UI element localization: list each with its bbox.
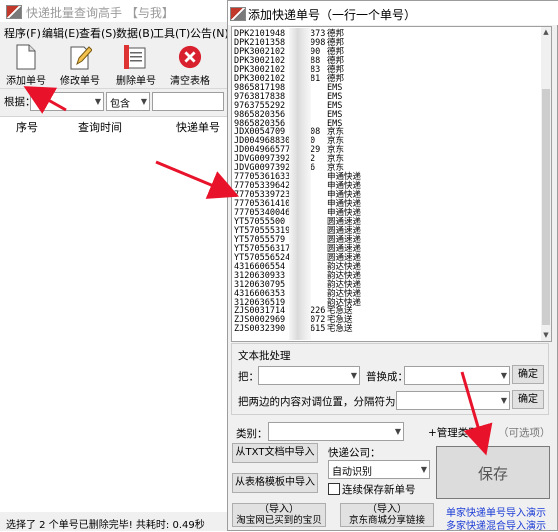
delete-document-icon — [124, 45, 146, 69]
column-header-tracking-number[interactable]: 快递单号 — [176, 119, 220, 135]
replace-from-label: 把： — [238, 371, 259, 383]
column-header-index[interactable]: 序号 — [16, 119, 38, 135]
delete-number-label: 删除单号 — [116, 76, 156, 87]
scroll-up-icon[interactable]: ▲ — [541, 27, 551, 37]
mixed-carrier-demo-link[interactable]: 多家快递混合导入演示 — [446, 517, 546, 532]
chevron-down-icon: ▼ — [140, 97, 147, 106]
filter-mode-select[interactable]: 包含 ▼ — [106, 92, 150, 111]
replace-to-select[interactable]: ▼ — [404, 366, 510, 385]
numbers-textarea[interactable]: DPK2101948 373 德邦 DPK2101358 998 德邦 DPK3002102… — [231, 26, 552, 342]
menu-edit[interactable]: 编辑(E) — [42, 25, 80, 41]
import-taobao-label: 淘宝网已买到的宝贝 — [236, 515, 322, 526]
category-label: 类别： — [236, 428, 268, 440]
filter-keyword-input[interactable] — [152, 92, 224, 111]
app-logo-icon — [230, 7, 246, 21]
chevron-down-icon: ▼ — [350, 371, 357, 380]
text-batch-title: 文本批处理 — [238, 348, 291, 363]
add-number-label: 添加单号 — [6, 76, 46, 87]
replace-to-label: 普换成： — [366, 371, 408, 383]
result-table: 序号 查询时间 快递单号 — [0, 116, 232, 512]
menu-bar: 程序(F) 编辑(E) 查看(S) 数据(B) 工具(T) 公告(N) — [0, 22, 232, 40]
filter-mode-value: 包含 — [110, 99, 130, 110]
save-button[interactable]: 保存 — [436, 446, 550, 499]
main-window-title: 快递批量查询高手 【与我】 — [26, 6, 174, 20]
menu-program[interactable]: 程序(F) — [4, 25, 41, 41]
scroll-down-icon[interactable]: ▼ — [541, 330, 551, 340]
import-jd-title: （导入） — [367, 504, 407, 515]
main-window: 快递批量查询高手 【与我】 程序(F) 编辑(E) 查看(S) 数据(B) 工具… — [0, 0, 233, 531]
numbers-list: DPK2101948 373 德邦 DPK2101358 998 德邦 DPK3002102… — [232, 27, 538, 339]
import-jd-label: 京东商城分享链接 — [348, 515, 425, 526]
manage-category-link[interactable]: +管理类别 — [428, 425, 479, 440]
edit-document-icon — [70, 46, 92, 70]
swap-confirm-button[interactable]: 确定 — [512, 390, 544, 409]
import-taobao-button[interactable]: （导入） 淘宝网已买到的宝贝 — [232, 503, 326, 527]
main-title-bar: 快递批量查询高手 【与我】 — [0, 0, 232, 22]
chevron-down-icon: ▼ — [500, 396, 507, 405]
continuous-save-checkbox[interactable] — [328, 483, 340, 495]
app-logo-icon — [6, 5, 22, 19]
new-document-icon — [16, 44, 36, 70]
status-text: 选择了 2 个单号已删除完毕! 共耗时: 0.49秒 — [6, 520, 205, 531]
swap-separator-select[interactable]: ▼ — [396, 391, 510, 410]
dialog-title-bar: 添加快递单号（一行一个单号） — [228, 1, 558, 25]
filter-field-select[interactable]: ▼ — [30, 92, 104, 111]
scrollbar-thumb[interactable] — [542, 89, 550, 325]
privacy-blur-mask — [289, 28, 311, 340]
number-suffix: 615 — [310, 324, 326, 335]
chevron-down-icon: ▼ — [500, 371, 507, 380]
continuous-save-label: 连续保存新单号 — [342, 484, 416, 496]
toolbar: 添加单号 修改单号 删除单号 清空表格 — [0, 40, 232, 89]
menu-data[interactable]: 数据(B) — [116, 25, 154, 41]
chevron-down-icon: ▼ — [394, 427, 401, 436]
import-taobao-title: （导入） — [259, 504, 299, 515]
courier-select[interactable]: 自动识别 ▼ — [328, 460, 430, 479]
chevron-down-icon: ▼ — [420, 465, 427, 474]
edit-number-label: 修改单号 — [60, 76, 100, 87]
edit-number-button[interactable]: 修改单号 — [54, 42, 106, 87]
menu-notice[interactable]: 公告(N) — [190, 25, 229, 41]
save-label: 保存 — [477, 465, 508, 483]
replace-confirm-button[interactable]: 确定 — [512, 365, 544, 384]
import-txt-button[interactable]: 从TXT文档中导入 — [232, 443, 318, 463]
column-header-query-time[interactable]: 查询时间 — [78, 119, 122, 135]
courier-label: 快递公司： — [328, 447, 381, 459]
delete-number-button[interactable]: 删除单号 — [110, 42, 162, 87]
number-prefix: ZJS0032390 — [234, 324, 286, 335]
chevron-down-icon: ▼ — [94, 97, 101, 106]
close-circle-icon — [178, 45, 202, 69]
vertical-scrollbar[interactable]: ▲ ▼ — [541, 27, 551, 341]
filter-bar: 根据： ▼ 包含 ▼ — [0, 90, 232, 112]
menu-tools[interactable]: 工具(T) — [153, 25, 190, 41]
number-row: ZJS0032390 615 宅急送 — [234, 324, 353, 335]
category-select[interactable]: ▼ — [268, 422, 404, 441]
clear-table-button[interactable]: 清空表格 — [164, 42, 216, 87]
add-numbers-dialog: 添加快递单号（一行一个单号） DPK2101948 373 德邦 DPK2101358… — [227, 0, 558, 532]
carrier-name: 宅急送 — [327, 324, 353, 335]
dialog-title: 添加快递单号（一行一个单号） — [248, 8, 417, 22]
import-jd-button[interactable]: （导入） 京东商城分享链接 — [340, 503, 434, 527]
swap-label: 把两边的内容对调位置，分隔符为： — [238, 396, 406, 408]
number-suffix: 81 — [310, 73, 321, 84]
courier-value: 自动识别 — [332, 467, 372, 478]
add-number-button[interactable]: 添加单号 — [0, 42, 52, 87]
text-batch-group: 文本批处理 把： ▼ 普换成： ▼ 确定 把两边的内容对调位置，分隔符为： ▼ … — [231, 343, 549, 415]
optional-hint: （可选项） — [498, 427, 551, 439]
clear-table-label: 清空表格 — [170, 76, 210, 87]
import-template-button[interactable]: 从表格模板中导入 — [232, 473, 318, 493]
menu-view[interactable]: 查看(S) — [79, 25, 117, 41]
status-bar: 选择了 2 个单号已删除完毕! 共耗时: 0.49秒 — [0, 514, 232, 531]
replace-from-select[interactable]: ▼ — [258, 366, 360, 385]
